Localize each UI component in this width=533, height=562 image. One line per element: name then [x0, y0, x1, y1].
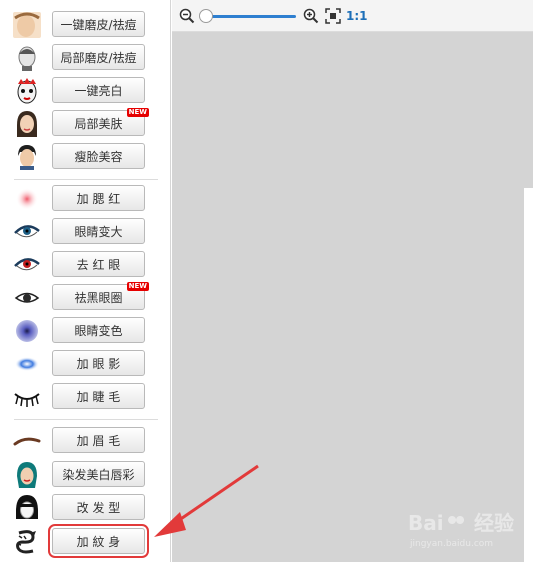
tool-button[interactable]: 加 腮 红	[52, 185, 145, 211]
eyebrow-icon	[12, 427, 42, 454]
tool-row: 加 紋 身	[0, 524, 171, 558]
tool-label: 一键亮白	[74, 83, 123, 98]
photo-canvas[interactable]	[172, 32, 533, 562]
tool-row: 祛黑眼圈 NEW	[0, 281, 171, 314]
tool-label: 局部美肤	[74, 116, 123, 131]
tool-button[interactable]: 加 紋 身	[48, 524, 149, 558]
tool-row: 去 红 眼	[0, 248, 171, 281]
face-partial-smooth-icon	[12, 44, 42, 71]
tool-row: 瘦脸美容	[0, 140, 171, 173]
zoom-in-icon[interactable]	[303, 8, 319, 24]
tool-label: 眼睛变色	[74, 323, 123, 338]
tool-label: 眼睛变大	[74, 224, 123, 239]
tool-button[interactable]: 加 眉 毛	[52, 427, 145, 453]
tool-button[interactable]: 染发美白唇彩	[52, 461, 145, 487]
eye-circle-icon	[12, 284, 42, 311]
tool-button[interactable]: 眼睛变大	[52, 218, 145, 244]
tool-label: 一键磨皮/祛痘	[60, 17, 137, 32]
tool-row: 加 腮 红	[0, 182, 171, 215]
eye-enlarge-icon	[12, 218, 42, 245]
tool-row: 改 发 型	[0, 491, 171, 524]
tool-label: 改 发 型	[76, 500, 121, 515]
tool-label: 加 睫 毛	[76, 389, 121, 404]
tool-button[interactable]: 局部美肤 NEW	[52, 108, 149, 136]
tool-label: 去 红 眼	[76, 257, 121, 272]
tool-label: 祛黑眼圈	[74, 290, 123, 305]
watermark: Bai 经验 jingyan.baidu.com	[408, 508, 528, 552]
eyelash-icon	[12, 383, 42, 410]
eye-shadow-icon	[12, 350, 42, 377]
tool-row: 局部美肤 NEW	[0, 107, 171, 140]
zoom-slider-thumb[interactable]	[199, 9, 213, 23]
fit-window-icon[interactable]	[325, 8, 341, 24]
tool-button[interactable]: 一键磨皮/祛痘	[52, 11, 145, 37]
tool-row: 一键亮白	[0, 74, 171, 107]
tool-button[interactable]: 眼睛变色	[52, 317, 145, 343]
tool-label: 瘦脸美容	[74, 149, 123, 164]
tool-button[interactable]: 局部磨皮/祛痘	[52, 44, 145, 70]
face-beauty-icon	[12, 110, 42, 137]
tool-row: 局部磨皮/祛痘	[0, 41, 171, 74]
tool-row: 加 眉 毛	[0, 424, 171, 457]
divider	[14, 179, 158, 180]
opera-mask-icon	[12, 77, 42, 104]
tool-button[interactable]: 一键亮白	[52, 77, 145, 103]
actual-size-button[interactable]: 1:1	[346, 9, 368, 23]
tool-row: 加 眼 影	[0, 347, 171, 380]
new-badge: NEW	[126, 108, 149, 117]
tool-button[interactable]: 瘦脸美容	[52, 143, 145, 169]
tool-row: 眼睛变大	[0, 215, 171, 248]
new-badge: NEW	[126, 282, 149, 291]
tool-label: 加 眉 毛	[76, 433, 121, 448]
face-slim-icon	[12, 143, 42, 170]
face-skin-smooth-icon	[12, 11, 42, 38]
tool-sidebar: 一键磨皮/祛痘 局部磨皮/祛痘 一键亮白 局部美肤NEW 瘦脸美容 加 腮 红	[0, 0, 171, 562]
tool-button[interactable]: 加 睫 毛	[52, 383, 145, 409]
tool-row: 一键磨皮/祛痘	[0, 8, 171, 41]
eye-color-icon	[12, 317, 42, 344]
tool-label: 染发美白唇彩	[62, 467, 135, 482]
tool-button[interactable]: 改 发 型	[52, 494, 145, 520]
tool-row: 加 睫 毛	[0, 380, 171, 413]
photo-preview	[524, 188, 533, 562]
tool-button[interactable]: 祛黑眼圈 NEW	[52, 282, 149, 310]
hairstyle-icon	[12, 494, 42, 521]
watermark-brand2: 经验	[474, 511, 514, 535]
tool-row: 眼睛变色	[0, 314, 171, 347]
blush-icon	[12, 185, 42, 212]
tattoo-dragon-icon	[12, 528, 42, 555]
tool-label: 加 紋 身	[76, 534, 121, 549]
zoom-toolbar: 1:1	[172, 0, 533, 32]
zoom-out-icon[interactable]	[179, 8, 195, 24]
red-eye-icon	[12, 251, 42, 278]
divider	[14, 419, 158, 420]
tool-label: 加 眼 影	[76, 356, 121, 371]
tool-row: 染发美白唇彩	[0, 458, 171, 491]
tool-label: 局部磨皮/祛痘	[60, 50, 137, 65]
hair-dye-icon	[12, 461, 42, 488]
watermark-url: jingyan.baidu.com	[409, 539, 493, 549]
tool-label: 加 腮 红	[76, 191, 121, 206]
watermark-brand: Bai	[408, 511, 444, 535]
zoom-slider-track[interactable]	[208, 15, 296, 18]
tool-button[interactable]: 加 眼 影	[52, 350, 145, 376]
tool-button[interactable]: 去 红 眼	[52, 251, 145, 277]
